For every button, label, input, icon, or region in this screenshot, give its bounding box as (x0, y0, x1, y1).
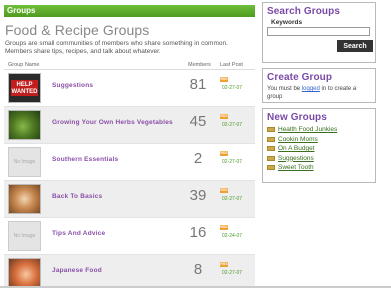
rss-icon[interactable]: RSS (220, 77, 228, 82)
new-group-item: Cookin Moms (267, 135, 371, 145)
group-thumbnail[interactable]: No Image (8, 221, 41, 251)
folder-icon (267, 136, 275, 142)
new-groups-title: New Groups (267, 112, 327, 123)
last-post-date: 02-27-07 (222, 122, 243, 128)
new-groups-panel: New Groups Health Food Junkies Cookin Mo… (262, 108, 376, 183)
last-post-date: 02-27-07 (222, 270, 243, 276)
create-group-text: You must be logged in to create a group (267, 85, 371, 101)
member-count: 8 (193, 261, 203, 278)
group-row: Back To Basics 39 RSS 02-27-07 (4, 181, 255, 218)
group-row: HELP WANTED Suggestions 81 RSS 02-27-07 (4, 70, 255, 107)
last-post-date: 02-24-07 (222, 233, 243, 239)
group-thumbnail[interactable]: HELP WANTED (8, 73, 41, 103)
group-link[interactable]: Southern Essentials (52, 156, 118, 163)
group-list: HELP WANTED Suggestions 81 RSS 02-27-07 … (4, 70, 255, 288)
group-link[interactable]: Growing Your Own Herbs Vegetables (52, 119, 173, 126)
last-post-date: 02-27-07 (222, 159, 243, 165)
last-post: RSS 02-27-07 (220, 262, 254, 276)
last-post: RSS 02-27-07 (220, 114, 254, 128)
group-thumbnail[interactable] (8, 110, 41, 140)
group-link[interactable]: Tips And Advice (52, 230, 105, 237)
login-link[interactable]: logged (302, 86, 320, 92)
main-content: Groups Food & Recipe Groups Groups are s… (4, 5, 255, 288)
no-image-label: No Image (13, 233, 36, 239)
rss-icon[interactable]: RSS (220, 225, 228, 230)
create-text-before: You must be (267, 86, 302, 92)
page-title: Food & Recipe Groups (5, 22, 150, 38)
last-post: RSS 02-24-07 (220, 225, 254, 239)
last-post: RSS 02-27-07 (220, 77, 254, 91)
group-row: Growing Your Own Herbs Vegetables 45 RSS… (4, 107, 255, 144)
rss-icon[interactable]: RSS (220, 114, 228, 119)
column-group-name: Group Name (8, 62, 40, 68)
sidebar: Search Groups Keywords Search Create Gro… (262, 2, 376, 188)
folder-icon (267, 127, 275, 133)
column-last-post: Last Post (220, 62, 243, 68)
new-group-link[interactable]: Health Food Junkies (278, 126, 337, 133)
last-post-date: 02-27-07 (222, 196, 243, 202)
group-row: No Image Tips And Advice 16 RSS 02-24-07 (4, 218, 255, 255)
no-image-label: No Image (13, 159, 36, 165)
groups-header-bar: Groups (4, 5, 255, 17)
new-group-item: On A Budget (267, 144, 371, 154)
last-post: RSS 02-27-07 (220, 188, 254, 202)
group-link[interactable]: Suggestions (52, 82, 93, 89)
group-link[interactable]: Japanese Food (52, 267, 102, 274)
member-count: 81 (189, 76, 207, 93)
last-post: RSS 02-27-07 (220, 151, 254, 165)
table-header: Group Name Members Last Post (4, 60, 255, 70)
new-group-item: Suggestions (267, 154, 371, 164)
folder-icon (267, 146, 275, 152)
group-link[interactable]: Back To Basics (52, 193, 102, 200)
search-groups-panel: Search Groups Keywords Search (262, 2, 376, 63)
group-row: No Image Southern Essentials 2 RSS 02-27… (4, 144, 255, 181)
member-count: 16 (189, 224, 207, 241)
header-title: Groups (7, 6, 36, 15)
create-group-panel: Create Group You must be logged in to cr… (262, 68, 376, 103)
create-panel-title: Create Group (267, 72, 333, 83)
folder-icon (267, 155, 275, 161)
rss-icon[interactable]: RSS (220, 151, 228, 156)
group-row: Japanese Food 8 RSS 02-27-07 (4, 255, 255, 288)
keywords-label: Keywords (271, 19, 303, 26)
keywords-input[interactable] (267, 27, 370, 36)
group-thumbnail[interactable] (8, 258, 41, 288)
folder-icon (267, 165, 275, 171)
new-group-item: Health Food Junkies (267, 125, 371, 135)
help-wanted-sign: HELP WANTED (11, 80, 38, 96)
new-groups-list: Health Food Junkies Cookin Moms On A Bud… (267, 125, 371, 173)
rss-icon[interactable]: RSS (220, 262, 228, 267)
search-button[interactable]: Search (337, 40, 373, 52)
group-thumbnail[interactable]: No Image (8, 147, 41, 177)
new-group-link[interactable]: Cookin Moms (278, 136, 318, 143)
group-thumbnail[interactable] (8, 184, 41, 214)
search-panel-title: Search Groups (267, 6, 340, 17)
member-count: 39 (189, 187, 207, 204)
new-group-link[interactable]: On A Budget (278, 145, 315, 152)
rss-icon[interactable]: RSS (220, 188, 228, 193)
last-post-date: 02-27-07 (222, 85, 243, 91)
new-group-link[interactable]: Sweet Tooth (278, 164, 314, 171)
new-group-item: Sweet Tooth (267, 163, 371, 173)
member-count: 2 (193, 150, 203, 167)
page-description: Groups are small communities of members … (5, 40, 228, 55)
column-members: Members (188, 62, 211, 68)
member-count: 45 (189, 113, 207, 130)
new-group-link[interactable]: Suggestions (278, 155, 314, 162)
